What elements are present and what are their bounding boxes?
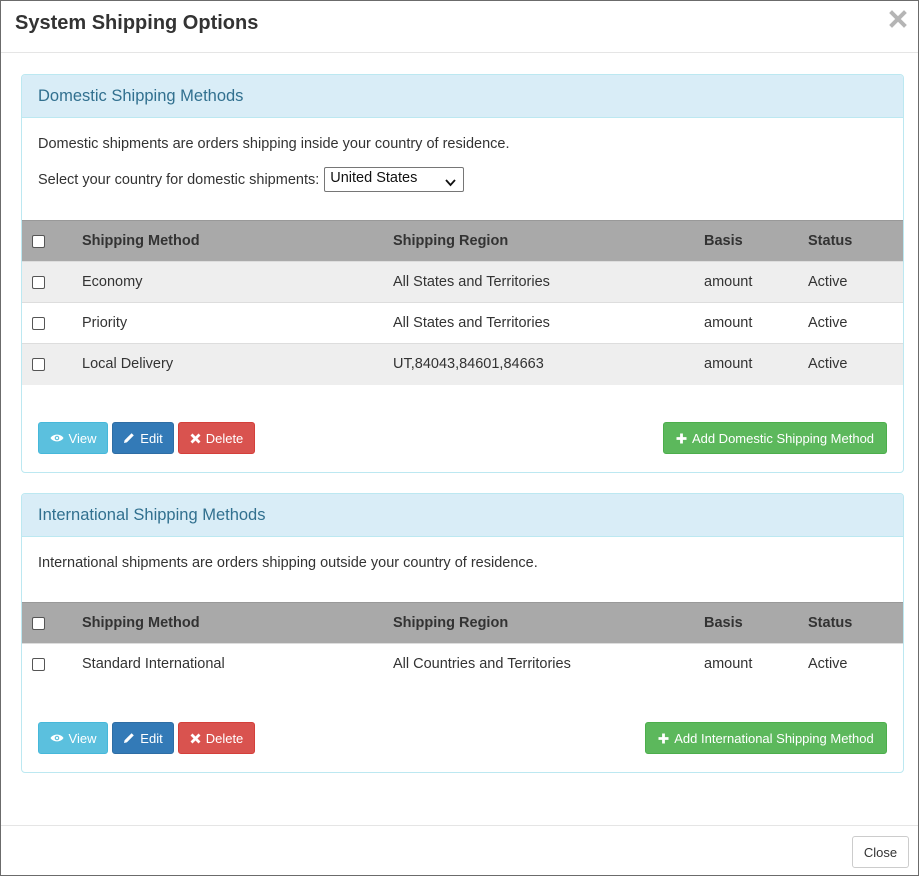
edit-label: Edit — [140, 430, 163, 446]
status-cell: Active — [808, 302, 903, 344]
pencil-icon — [124, 433, 135, 443]
row-checkbox[interactable] — [32, 316, 45, 330]
eye-icon — [50, 434, 64, 442]
table-row[interactable]: Local Delivery UT,84043,84601,84663 amou… — [22, 343, 903, 385]
view-label: View — [68, 430, 97, 446]
domestic-methods-table: Shipping Method Shipping Region Basis St… — [22, 220, 903, 385]
column-header-basis: Basis — [704, 602, 808, 644]
domestic-delete-button[interactable]: Delete — [178, 422, 255, 454]
view-label: View — [68, 730, 97, 746]
close-button[interactable]: Close — [852, 836, 909, 868]
status-cell: Active — [808, 643, 903, 685]
country-select[interactable]: United States — [324, 167, 465, 192]
method-cell: Priority — [82, 302, 393, 344]
modal-footer: Close — [1, 825, 918, 875]
basis-cell: amount — [704, 343, 808, 385]
method-cell: Standard International — [82, 643, 393, 685]
region-cell: UT,84043,84601,84663 — [393, 343, 704, 385]
table-row[interactable]: Standard International All Countries and… — [22, 643, 903, 685]
plus-icon — [658, 733, 669, 743]
row-checkbox[interactable] — [32, 657, 45, 671]
close-icon[interactable] — [888, 9, 910, 31]
modal-header: System Shipping Options — [1, 1, 918, 53]
add-international-label: Add International Shipping Method — [674, 730, 874, 746]
edit-label: Edit — [140, 730, 163, 746]
row-checkbox[interactable] — [32, 275, 45, 289]
table-header-row: Shipping Method Shipping Region Basis St… — [22, 602, 903, 644]
domestic-description: Domestic shipments are orders shipping i… — [38, 136, 510, 152]
column-header-status: Status — [808, 220, 903, 262]
international-panel-heading: International Shipping Methods — [22, 494, 903, 537]
column-header-status: Status — [808, 602, 903, 644]
international-shipping-panel: International Shipping Methods Internati… — [21, 493, 904, 773]
select-all-checkbox[interactable] — [32, 616, 45, 630]
eye-icon — [50, 734, 64, 742]
system-shipping-options-modal: System Shipping Options Domestic Shippin… — [0, 0, 919, 876]
pencil-icon — [124, 733, 135, 743]
domestic-edit-button[interactable]: Edit — [112, 422, 174, 454]
basis-cell: amount — [704, 643, 808, 685]
add-international-method-button[interactable]: Add International Shipping Method — [645, 722, 887, 754]
row-checkbox[interactable] — [32, 357, 45, 371]
chevron-down-icon — [445, 175, 456, 187]
country-select-value: United States — [330, 170, 418, 186]
x-icon — [190, 733, 201, 743]
table-row[interactable]: Priority All States and Territories amou… — [22, 302, 903, 344]
region-cell: All Countries and Territories — [393, 643, 704, 685]
column-header-method: Shipping Method — [82, 602, 393, 644]
status-cell: Active — [808, 343, 903, 385]
modal-title: System Shipping Options — [15, 12, 259, 34]
column-header-region: Shipping Region — [393, 602, 704, 644]
international-view-button[interactable]: View — [38, 722, 108, 754]
method-cell: Economy — [82, 261, 393, 303]
basis-cell: amount — [704, 261, 808, 303]
table-header-row: Shipping Method Shipping Region Basis St… — [22, 220, 903, 262]
modal-body: Domestic Shipping Methods Domestic shipm… — [1, 53, 918, 825]
x-icon — [190, 433, 201, 443]
table-row[interactable]: Economy All States and Territories amoun… — [22, 261, 903, 303]
domestic-shipping-panel: Domestic Shipping Methods Domestic shipm… — [21, 74, 904, 473]
select-all-checkbox[interactable] — [32, 234, 45, 248]
delete-label: Delete — [205, 730, 244, 746]
international-delete-button[interactable]: Delete — [178, 722, 255, 754]
basis-cell: amount — [704, 302, 808, 344]
region-cell: All States and Territories — [393, 261, 704, 303]
plus-icon — [676, 433, 687, 443]
country-select-row: Select your country for domestic shipmen… — [38, 167, 465, 192]
domestic-panel-heading: Domestic Shipping Methods — [22, 75, 903, 118]
international-description: International shipments are orders shipp… — [38, 555, 538, 571]
column-header-region: Shipping Region — [393, 220, 704, 262]
add-domestic-label: Add Domestic Shipping Method — [691, 430, 875, 446]
country-select-label: Select your country for domestic shipmen… — [38, 171, 320, 188]
international-methods-table: Shipping Method Shipping Region Basis St… — [22, 602, 903, 685]
column-header-method: Shipping Method — [82, 220, 393, 262]
international-edit-button[interactable]: Edit — [112, 722, 174, 754]
status-cell: Active — [808, 261, 903, 303]
column-header-basis: Basis — [704, 220, 808, 262]
add-domestic-method-button[interactable]: Add Domestic Shipping Method — [663, 422, 887, 454]
method-cell: Local Delivery — [82, 343, 393, 385]
domestic-view-button[interactable]: View — [38, 422, 108, 454]
region-cell: All States and Territories — [393, 302, 704, 344]
delete-label: Delete — [205, 430, 244, 446]
